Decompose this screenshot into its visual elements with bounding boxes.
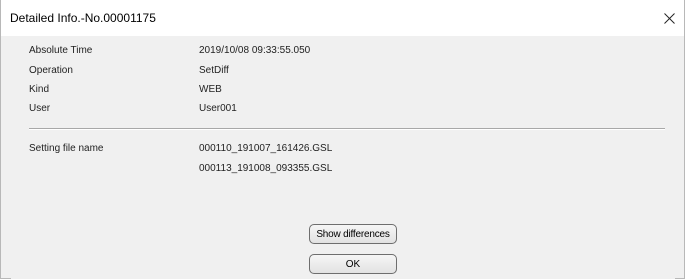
dialog-content: Absolute Time 2019/10/08 09:33:55.050 Op… [11,36,675,279]
ok-button[interactable]: OK [309,254,397,274]
dialog-title: Detailed Info.-No.00001175 [10,11,156,25]
close-button[interactable] [654,0,684,36]
detail-value: User001 [199,103,237,114]
setting-file-name: 000113_191008_093355.GSL [199,163,333,174]
detail-label: Operation [29,65,73,76]
setting-file-name: 000110_191007_161426.GSL [199,143,333,154]
section-divider [29,128,665,130]
close-icon [663,12,675,24]
detail-label: Kind [29,84,50,95]
show-differences-button[interactable]: Show differences [309,224,397,244]
detail-value: SetDiff [199,65,229,76]
detailed-info-dialog: Detailed Info.-No.00001175 Absolute Time… [0,0,685,279]
detail-label: User [29,103,51,114]
detail-value: WEB [199,84,222,95]
setting-file-label: Setting file name [29,143,104,154]
detail-label: Absolute Time [29,45,93,56]
detail-value: 2019/10/08 09:33:55.050 [199,45,311,56]
title-bar: Detailed Info.-No.00001175 [1,0,684,36]
